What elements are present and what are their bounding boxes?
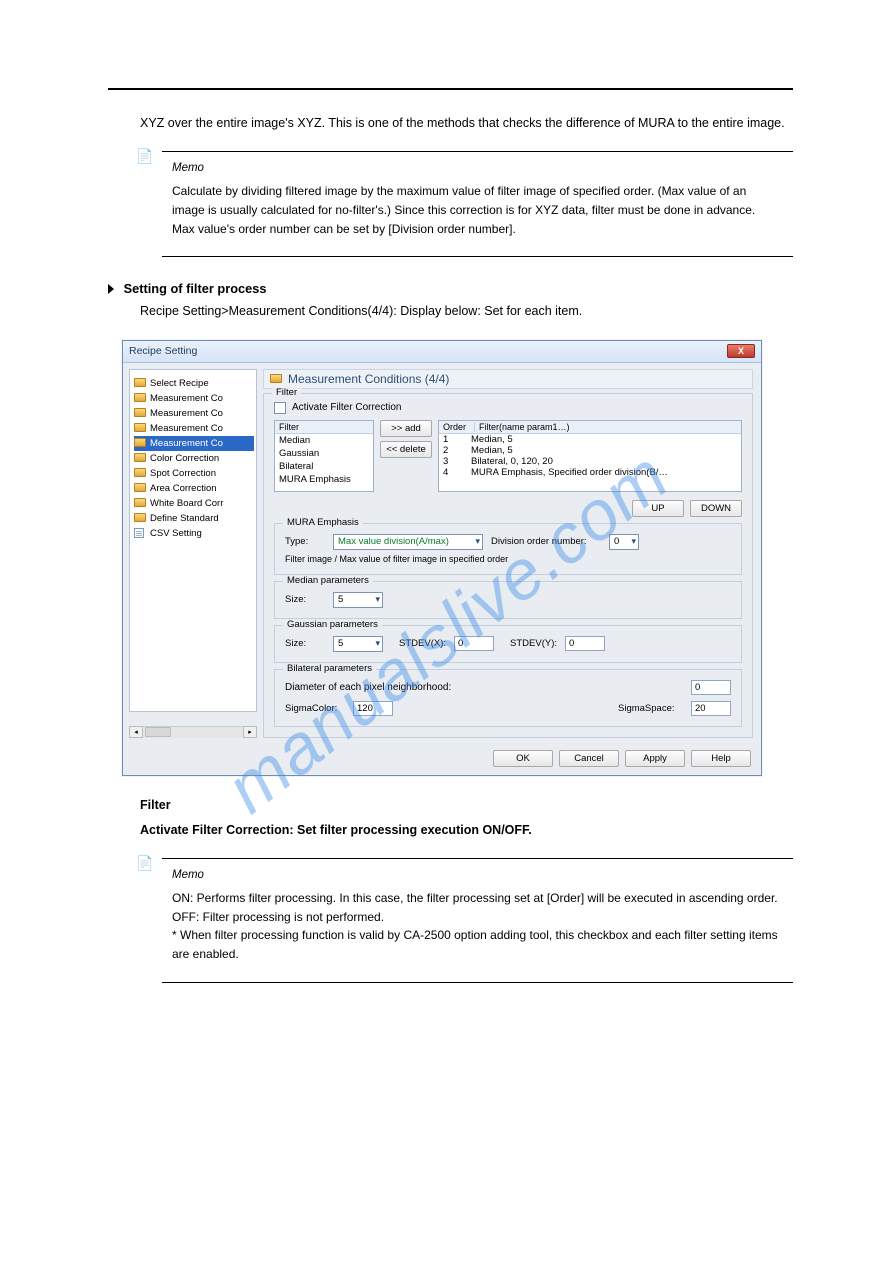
content-panel: Measurement Conditions (4/4) Filter Acti…: [257, 363, 761, 744]
delete-button[interactable]: << delete: [380, 441, 432, 458]
cancel-button[interactable]: Cancel: [559, 750, 619, 767]
tree-item-color-correction[interactable]: Color Correction: [134, 451, 254, 466]
mura-type-select[interactable]: Max value division(A/max): [333, 534, 483, 550]
sigmaspace-input[interactable]: 20: [691, 701, 731, 716]
scroll-right-button[interactable]: ▸: [243, 726, 257, 738]
gaussian-group-title: Gaussian parameters: [283, 619, 382, 630]
filter-mura[interactable]: MURA Emphasis: [275, 473, 373, 486]
filter-row-4[interactable]: 4MURA Emphasis, Specified order division…: [439, 467, 741, 478]
dialog-title: Recipe Setting: [129, 345, 727, 357]
add-button[interactable]: >> add: [380, 420, 432, 437]
tree-list: Select Recipe Measurement Co Measurement…: [129, 369, 257, 712]
memo-text: Calculate by dividing filtered image by …: [172, 182, 779, 238]
filter-left-header: Filter: [275, 421, 373, 434]
sigmacolor-input[interactable]: 120: [353, 701, 393, 716]
activate-filter-checkbox-row: Activate Filter Correction: [274, 402, 742, 414]
filter-bilateral[interactable]: Bilateral: [275, 460, 373, 473]
tree-item-area-correction[interactable]: Area Correction: [134, 481, 254, 496]
filter-types-list[interactable]: Filter Median Gaussian Bilateral MURA Em…: [274, 420, 374, 492]
book-icon: [270, 374, 282, 383]
memo-icon-2: 📄: [136, 855, 153, 872]
bilateral-diameter-input[interactable]: 0: [691, 680, 731, 695]
bilateral-group-title: Bilateral parameters: [283, 663, 376, 674]
apply-button[interactable]: Apply: [625, 750, 685, 767]
up-button[interactable]: UP: [632, 500, 684, 517]
bilateral-diameter-label: Diameter of each pixel neighborhood:: [285, 682, 451, 693]
gaussian-size-label: Size:: [285, 638, 325, 649]
median-size-select[interactable]: 5: [333, 592, 383, 608]
tree-horizontal-scrollbar[interactable]: ◂ ▸: [129, 726, 257, 738]
gaussian-stdevy-label: STDEV(Y):: [502, 638, 557, 649]
memo-box-2: 📄 Memo ON: Performs filter processing. I…: [162, 858, 793, 982]
bilateral-group: Bilateral parameters Diameter of each pi…: [274, 669, 742, 727]
tree-panel: Select Recipe Measurement Co Measurement…: [129, 369, 257, 738]
filter-group-title: Filter: [272, 387, 301, 398]
filter-bold-heading: Filter: [140, 796, 793, 815]
tree-item-white-board[interactable]: White Board Corr: [134, 496, 254, 511]
dialog-button-bar: OK Cancel Apply Help: [123, 744, 761, 775]
activate-filter-checkbox[interactable]: [274, 402, 286, 414]
memo-box-1: 📄 Memo Calculate by dividing filtered im…: [162, 151, 793, 257]
activate-filter-label: Activate Filter Correction: [292, 402, 401, 413]
recipe-setting-dialog: Recipe Setting X Select Recipe Measureme…: [122, 340, 762, 776]
memo-title: Memo: [172, 162, 779, 174]
filter-order-list[interactable]: Order Filter(name param1…) 1Median, 5 2M…: [438, 420, 742, 492]
section-title-text: Setting of filter process: [124, 281, 267, 296]
gaussian-stdevx-input[interactable]: 0: [454, 636, 494, 651]
gaussian-group: Gaussian parameters Size: 5 STDEV(X): 0 …: [274, 625, 742, 663]
mura-group: MURA Emphasis Type: Max value division(A…: [274, 523, 742, 575]
filter-group: Filter Activate Filter Correction Filter…: [263, 393, 753, 738]
mura-group-title: MURA Emphasis: [283, 517, 363, 528]
content-header: Measurement Conditions (4/4): [263, 369, 753, 389]
gaussian-size-select[interactable]: 5: [333, 636, 383, 652]
gaussian-stdevx-label: STDEV(X):: [391, 638, 446, 649]
screenshot-description: Recipe Setting>Measurement Conditions(4/…: [140, 302, 793, 321]
memo-icon: 📄: [136, 148, 153, 165]
tree-item-meas-4[interactable]: Measurement Co: [134, 436, 254, 451]
filter-row-2[interactable]: 2Median, 5: [439, 445, 741, 456]
mura-division-select[interactable]: 0: [609, 534, 639, 550]
sigmaspace-label: SigmaSpace:: [618, 703, 683, 714]
close-button[interactable]: X: [727, 344, 755, 358]
sigmacolor-label: SigmaColor:: [285, 703, 345, 714]
tree-item-spot-correction[interactable]: Spot Correction: [134, 466, 254, 481]
tree-item-meas-1[interactable]: Measurement Co: [134, 391, 254, 406]
gaussian-stdevy-input[interactable]: 0: [565, 636, 605, 651]
memo-text-2: ON: Performs filter processing. In this …: [172, 889, 779, 963]
ok-button[interactable]: OK: [493, 750, 553, 767]
filter-row-3[interactable]: 3Bilateral, 0, 120, 20: [439, 456, 741, 467]
dialog-titlebar: Recipe Setting X: [123, 341, 761, 363]
median-group-title: Median parameters: [283, 575, 373, 586]
filter-right-header: Order Filter(name param1…): [439, 421, 741, 434]
down-button[interactable]: DOWN: [690, 500, 742, 517]
dialog-screenshot: Recipe Setting X Select Recipe Measureme…: [122, 340, 793, 776]
scroll-left-button[interactable]: ◂: [129, 726, 143, 738]
section-heading: Setting of filter process: [108, 281, 793, 296]
activate-description: Activate Filter Correction: Set filter p…: [140, 821, 793, 840]
tree-item-meas-2[interactable]: Measurement Co: [134, 406, 254, 421]
median-group: Median parameters Size: 5: [274, 581, 742, 619]
tree-item-define-standard[interactable]: Define Standard: [134, 511, 254, 526]
chevron-right-icon: [108, 284, 114, 294]
tree-item-csv-setting[interactable]: CSV Setting: [134, 526, 254, 541]
help-button[interactable]: Help: [691, 750, 751, 767]
content-title: Measurement Conditions (4/4): [288, 372, 449, 386]
median-size-label: Size:: [285, 594, 325, 605]
mura-division-label: Division order number:: [491, 536, 601, 547]
filter-median[interactable]: Median: [275, 434, 373, 447]
tree-item-select-recipe[interactable]: Select Recipe: [134, 376, 254, 391]
memo-title-2: Memo: [172, 869, 779, 881]
mura-type-label: Type:: [285, 536, 325, 547]
filter-gaussian[interactable]: Gaussian: [275, 447, 373, 460]
tree-item-meas-3[interactable]: Measurement Co: [134, 421, 254, 436]
page-header-rule: [108, 88, 793, 90]
mura-hint: Filter image / Max value of filter image…: [285, 554, 731, 564]
intro-paragraph: XYZ over the entire image's XYZ. This is…: [140, 114, 793, 133]
scroll-thumb[interactable]: [145, 727, 171, 737]
filter-row-1[interactable]: 1Median, 5: [439, 434, 741, 445]
